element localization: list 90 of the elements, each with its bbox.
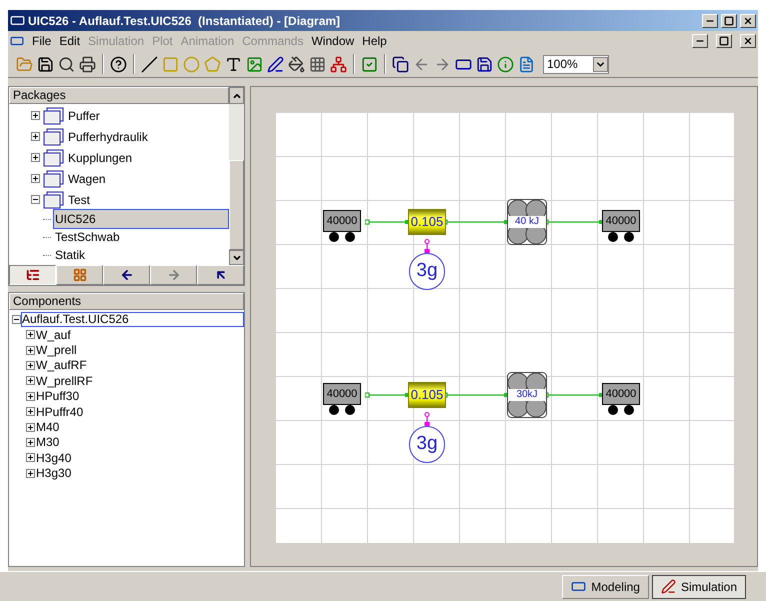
buffer-label: 30kJ <box>509 389 545 401</box>
expand-icon[interactable] <box>26 422 35 432</box>
tree-item[interactable]: H3g30 <box>36 464 72 482</box>
search-icon[interactable] <box>58 56 75 72</box>
grid-view-icon <box>72 268 86 282</box>
tree-item[interactable]: Auflauf.Test.UIC526 <box>21 312 244 327</box>
expand-icon[interactable] <box>26 453 35 462</box>
pen-icon[interactable] <box>267 56 284 72</box>
sensor-connector-icon <box>423 239 431 253</box>
minimize-button[interactable] <box>692 34 708 48</box>
panel-header: Packages <box>9 87 229 104</box>
scrollbar[interactable] <box>229 104 244 265</box>
zoom-combo[interactable]: 100% <box>543 54 609 74</box>
wheels-icon <box>607 405 635 416</box>
collapse-icon[interactable] <box>31 195 40 204</box>
expand-icon[interactable] <box>26 346 35 355</box>
expand-icon[interactable] <box>26 468 35 478</box>
arrow-left-icon <box>120 268 134 282</box>
line-icon[interactable] <box>141 56 158 72</box>
tree-item[interactable]: TestSchwab <box>53 227 122 247</box>
menu-item[interactable]: File <box>32 32 52 50</box>
maximize-button[interactable] <box>721 14 737 28</box>
wagon-body: 40000 <box>323 210 361 232</box>
minimize-button[interactable] <box>702 14 718 28</box>
text-icon[interactable] <box>225 56 242 72</box>
help-icon[interactable] <box>110 56 127 72</box>
view-button[interactable] <box>9 265 56 285</box>
tree-item[interactable]: Pufferhydraulik <box>68 128 148 146</box>
close-button[interactable] <box>740 14 756 28</box>
diagram-canvas[interactable]: 40000 0.105 40 kJ 40000 3g 40000 0.105 30kJ 40000 3g <box>276 112 734 543</box>
menu-item[interactable]: Help <box>362 32 387 50</box>
package-icon <box>43 190 65 208</box>
tree-item[interactable]: UIC526 <box>53 209 229 229</box>
tree-view-icon <box>26 268 40 282</box>
buffer-label: 40 kJ <box>509 216 545 228</box>
expand-icon[interactable] <box>26 376 35 386</box>
wheels-icon <box>328 232 356 243</box>
tree-item[interactable]: Statik <box>53 245 88 265</box>
tree-item[interactable]: H3g40 <box>36 448 72 467</box>
window-title: UIC526 - Auflauf.Test.UIC526 (Instantiated) - [Diagram] <box>28 12 340 30</box>
app-icon <box>10 13 25 28</box>
package-icon <box>43 148 65 166</box>
sensor-connector-icon <box>423 412 431 426</box>
expand-icon[interactable] <box>31 153 40 162</box>
tree-item[interactable]: HPuff30 <box>36 387 80 406</box>
connector-icon[interactable] <box>330 56 347 72</box>
tree-item[interactable]: W_prellRF <box>36 372 93 390</box>
expand-icon[interactable] <box>31 132 40 141</box>
wagon-body: 40000 <box>602 210 640 232</box>
restore-icon <box>719 36 729 46</box>
close-icon <box>743 16 753 26</box>
copy-icon[interactable] <box>392 56 409 72</box>
expand-icon[interactable] <box>31 174 40 183</box>
package-icon <box>43 106 65 124</box>
expand-icon[interactable] <box>26 392 35 401</box>
expand-icon[interactable] <box>26 360 35 370</box>
arrow-right-icon <box>166 268 180 282</box>
expand-icon[interactable] <box>31 111 40 120</box>
collapse-icon[interactable] <box>12 315 21 324</box>
tree-item[interactable]: HPuffr40 <box>36 402 84 421</box>
grid-icon[interactable] <box>309 56 326 72</box>
package-icon <box>43 170 65 188</box>
wheels-icon <box>328 405 356 416</box>
tree-item[interactable]: Wagen <box>68 170 106 188</box>
damper-element: 0.105 <box>408 209 446 235</box>
mode-button[interactable]: Simulation <box>652 574 746 598</box>
mode-button[interactable]: Modeling <box>562 574 649 598</box>
package-icon <box>43 128 65 146</box>
paint-bucket-icon[interactable] <box>288 56 305 72</box>
tree-item[interactable]: Test <box>68 190 90 208</box>
wagon-body: 40000 <box>323 383 361 405</box>
restore-button[interactable] <box>716 34 732 48</box>
expand-icon[interactable] <box>26 330 35 340</box>
tree-item[interactable]: Puffer <box>68 106 100 124</box>
check-icon[interactable] <box>361 56 378 72</box>
menu-item[interactable]: Window <box>311 32 354 50</box>
wagon-body: 40000 <box>602 383 640 405</box>
close-button[interactable] <box>740 34 756 48</box>
save-icon[interactable] <box>37 56 54 72</box>
maximize-icon <box>724 16 734 26</box>
wheels-icon <box>607 232 635 243</box>
damper-element: 0.105 <box>408 382 446 408</box>
expand-icon[interactable] <box>26 407 35 416</box>
printer-icon[interactable] <box>79 56 96 72</box>
close-icon <box>743 36 753 46</box>
panel-header: Components <box>9 293 244 310</box>
expand-icon[interactable] <box>26 438 35 447</box>
menu-item[interactable]: Edit <box>59 32 80 50</box>
tree-item[interactable]: W_auf <box>36 326 71 344</box>
tree-item[interactable]: Kupplungen <box>68 148 132 166</box>
